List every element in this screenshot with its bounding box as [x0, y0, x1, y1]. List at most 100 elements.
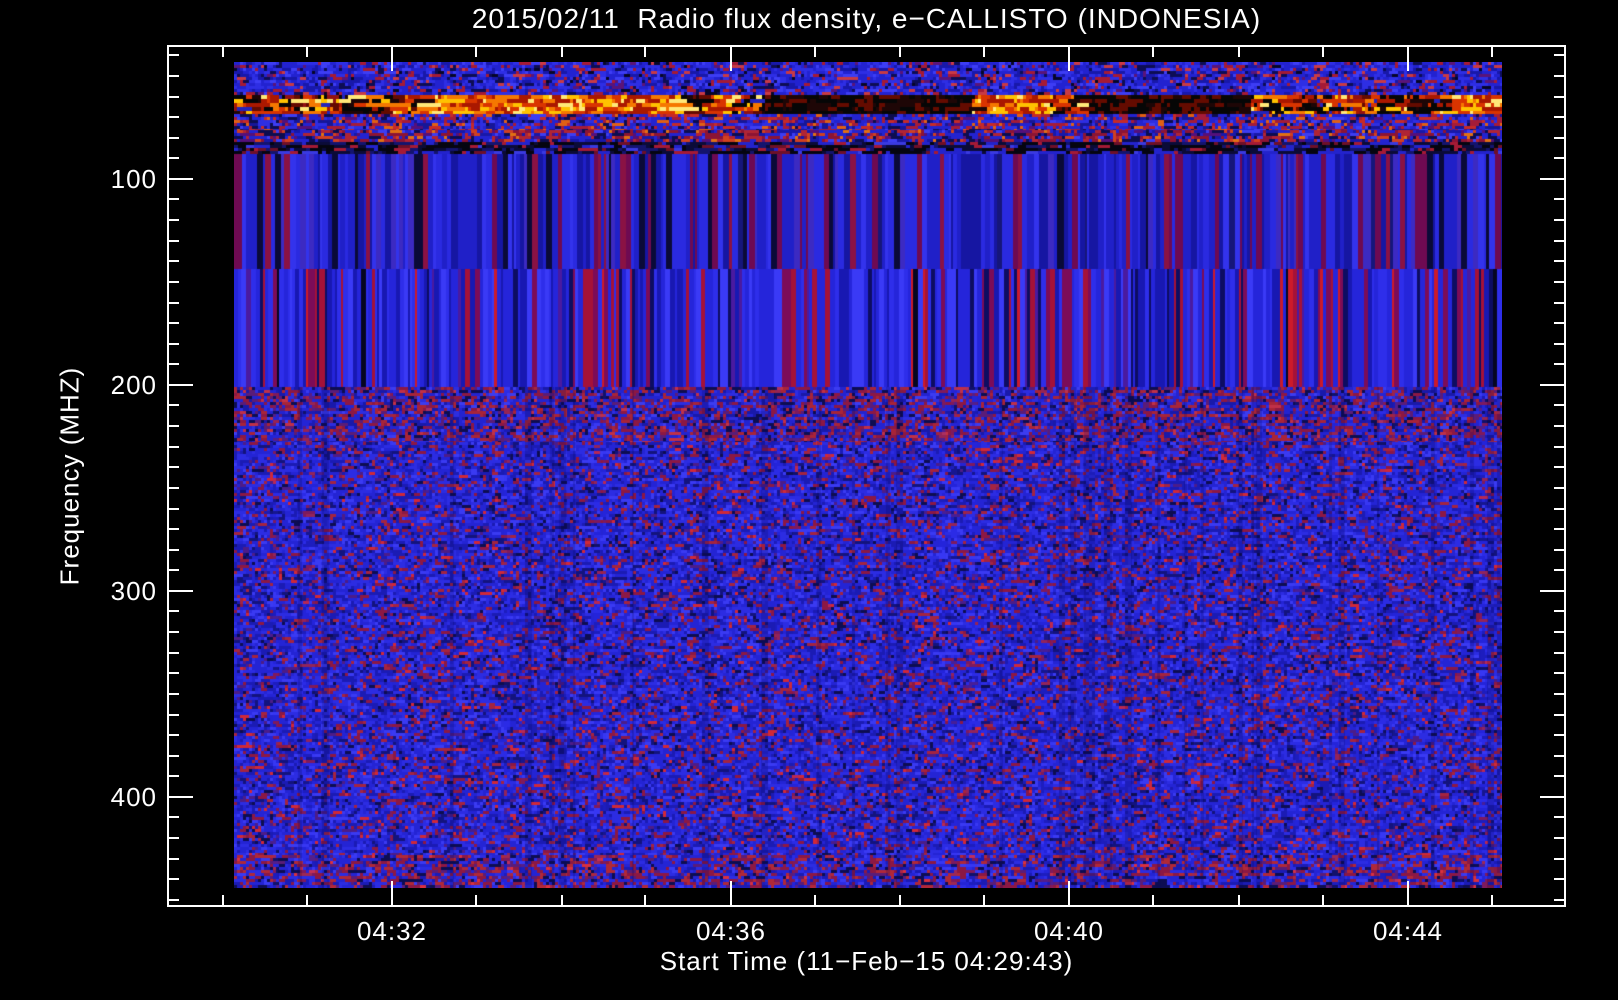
y-axis-minor-tick	[167, 116, 179, 118]
x-axis-major-tick	[1068, 881, 1070, 907]
y-axis-minor-tick	[1554, 899, 1566, 901]
x-axis-minor-tick	[222, 45, 224, 57]
y-axis-minor-tick	[167, 157, 179, 159]
x-axis-minor-tick	[222, 895, 224, 907]
y-axis-minor-tick	[167, 137, 179, 139]
y-axis-minor-tick	[167, 652, 179, 654]
y-axis-major-tick	[1540, 590, 1566, 592]
y-axis-minor-tick	[167, 281, 179, 283]
y-axis-minor-tick	[1554, 508, 1566, 510]
y-axis-minor-tick	[167, 878, 179, 880]
y-axis-minor-tick	[167, 54, 179, 56]
x-axis-minor-tick	[1238, 895, 1240, 907]
y-tick-label: 200	[110, 370, 157, 400]
x-tick-label: 04:32	[356, 916, 428, 946]
y-axis-minor-tick	[167, 734, 179, 736]
y-axis-minor-tick	[1554, 219, 1566, 221]
y-axis-minor-tick	[1554, 528, 1566, 530]
x-axis-label: Start Time (11−Feb−15 04:29:43)	[659, 946, 1074, 976]
y-axis-minor-tick	[167, 837, 179, 839]
x-axis-minor-tick	[1238, 45, 1240, 57]
y-axis-major-tick	[167, 384, 193, 386]
y-axis-minor-tick	[1554, 260, 1566, 262]
x-axis-minor-tick	[899, 895, 901, 907]
y-axis-minor-tick	[1554, 672, 1566, 674]
y-axis-minor-tick	[1554, 343, 1566, 345]
y-axis-minor-tick	[1554, 734, 1566, 736]
x-axis-major-tick	[730, 881, 732, 907]
x-axis-major-tick	[1407, 881, 1409, 907]
y-axis-major-tick	[1540, 796, 1566, 798]
y-tick-label: 400	[110, 782, 157, 812]
y-axis-minor-tick	[1554, 837, 1566, 839]
y-axis-minor-tick	[1554, 652, 1566, 654]
y-axis-minor-tick	[1554, 549, 1566, 551]
y-axis-minor-tick	[1554, 116, 1566, 118]
y-axis-minor-tick	[167, 425, 179, 427]
y-axis-minor-tick	[1554, 569, 1566, 571]
y-axis-minor-tick	[167, 672, 179, 674]
y-axis-minor-tick	[1554, 775, 1566, 777]
x-axis-major-tick	[391, 45, 393, 71]
y-axis-minor-tick	[167, 899, 179, 901]
y-axis-minor-tick	[1554, 75, 1566, 77]
x-axis-minor-tick	[1491, 45, 1493, 57]
y-axis-minor-tick	[167, 858, 179, 860]
y-axis-minor-tick	[167, 219, 179, 221]
x-axis-minor-tick	[814, 45, 816, 57]
y-axis-minor-tick	[167, 549, 179, 551]
x-tick-label: 04:40	[1033, 916, 1105, 946]
y-axis-major-tick	[167, 796, 193, 798]
x-axis-minor-tick	[561, 895, 563, 907]
x-axis-minor-tick	[644, 45, 646, 57]
x-axis-major-tick	[1407, 45, 1409, 71]
x-tick-label: 04:44	[1372, 916, 1444, 946]
x-axis-minor-tick	[899, 45, 901, 57]
y-axis-minor-tick	[167, 508, 179, 510]
y-axis-major-tick	[167, 178, 193, 180]
y-axis-minor-tick	[1554, 816, 1566, 818]
y-axis-minor-tick	[167, 260, 179, 262]
y-tick-label: 300	[110, 576, 157, 606]
x-axis-major-tick	[391, 881, 393, 907]
y-axis-minor-tick	[167, 240, 179, 242]
y-axis-minor-tick	[167, 816, 179, 818]
y-axis-minor-tick	[1554, 281, 1566, 283]
y-axis-minor-tick	[167, 75, 179, 77]
y-axis-minor-tick	[1554, 446, 1566, 448]
y-axis-minor-tick	[1554, 240, 1566, 242]
x-axis-minor-tick	[306, 45, 308, 57]
y-axis-minor-tick	[1554, 157, 1566, 159]
y-axis-minor-tick	[167, 466, 179, 468]
y-axis-minor-tick	[1554, 755, 1566, 757]
x-axis-minor-tick	[475, 45, 477, 57]
y-axis-minor-tick	[167, 446, 179, 448]
y-axis-minor-tick	[1554, 610, 1566, 612]
x-axis-minor-tick	[561, 45, 563, 57]
y-axis-major-tick	[167, 590, 193, 592]
x-axis-minor-tick	[1491, 895, 1493, 907]
y-axis-minor-tick	[1554, 714, 1566, 716]
y-axis-minor-tick	[167, 714, 179, 716]
x-axis-minor-tick	[1322, 895, 1324, 907]
y-axis-minor-tick	[167, 363, 179, 365]
y-axis-minor-tick	[167, 343, 179, 345]
y-axis-minor-tick	[167, 322, 179, 324]
y-axis-minor-tick	[167, 487, 179, 489]
y-axis-minor-tick	[1554, 322, 1566, 324]
y-axis-minor-tick	[167, 96, 179, 98]
x-tick-label: 04:36	[695, 916, 767, 946]
y-axis-minor-tick	[167, 693, 179, 695]
y-axis-minor-tick	[167, 569, 179, 571]
x-axis-minor-tick	[1322, 45, 1324, 57]
y-tick-label: 100	[110, 164, 157, 194]
y-axis-minor-tick	[1554, 693, 1566, 695]
plot-title: 2015/02/11 Radio flux density, e−CALLIST…	[471, 3, 1262, 34]
x-axis-minor-tick	[475, 895, 477, 907]
x-axis-major-tick	[1068, 45, 1070, 71]
x-axis-minor-tick	[644, 895, 646, 907]
y-axis-minor-tick	[1554, 198, 1566, 200]
x-axis-minor-tick	[1152, 45, 1154, 57]
y-axis-minor-tick	[1554, 404, 1566, 406]
y-axis-minor-tick	[167, 610, 179, 612]
